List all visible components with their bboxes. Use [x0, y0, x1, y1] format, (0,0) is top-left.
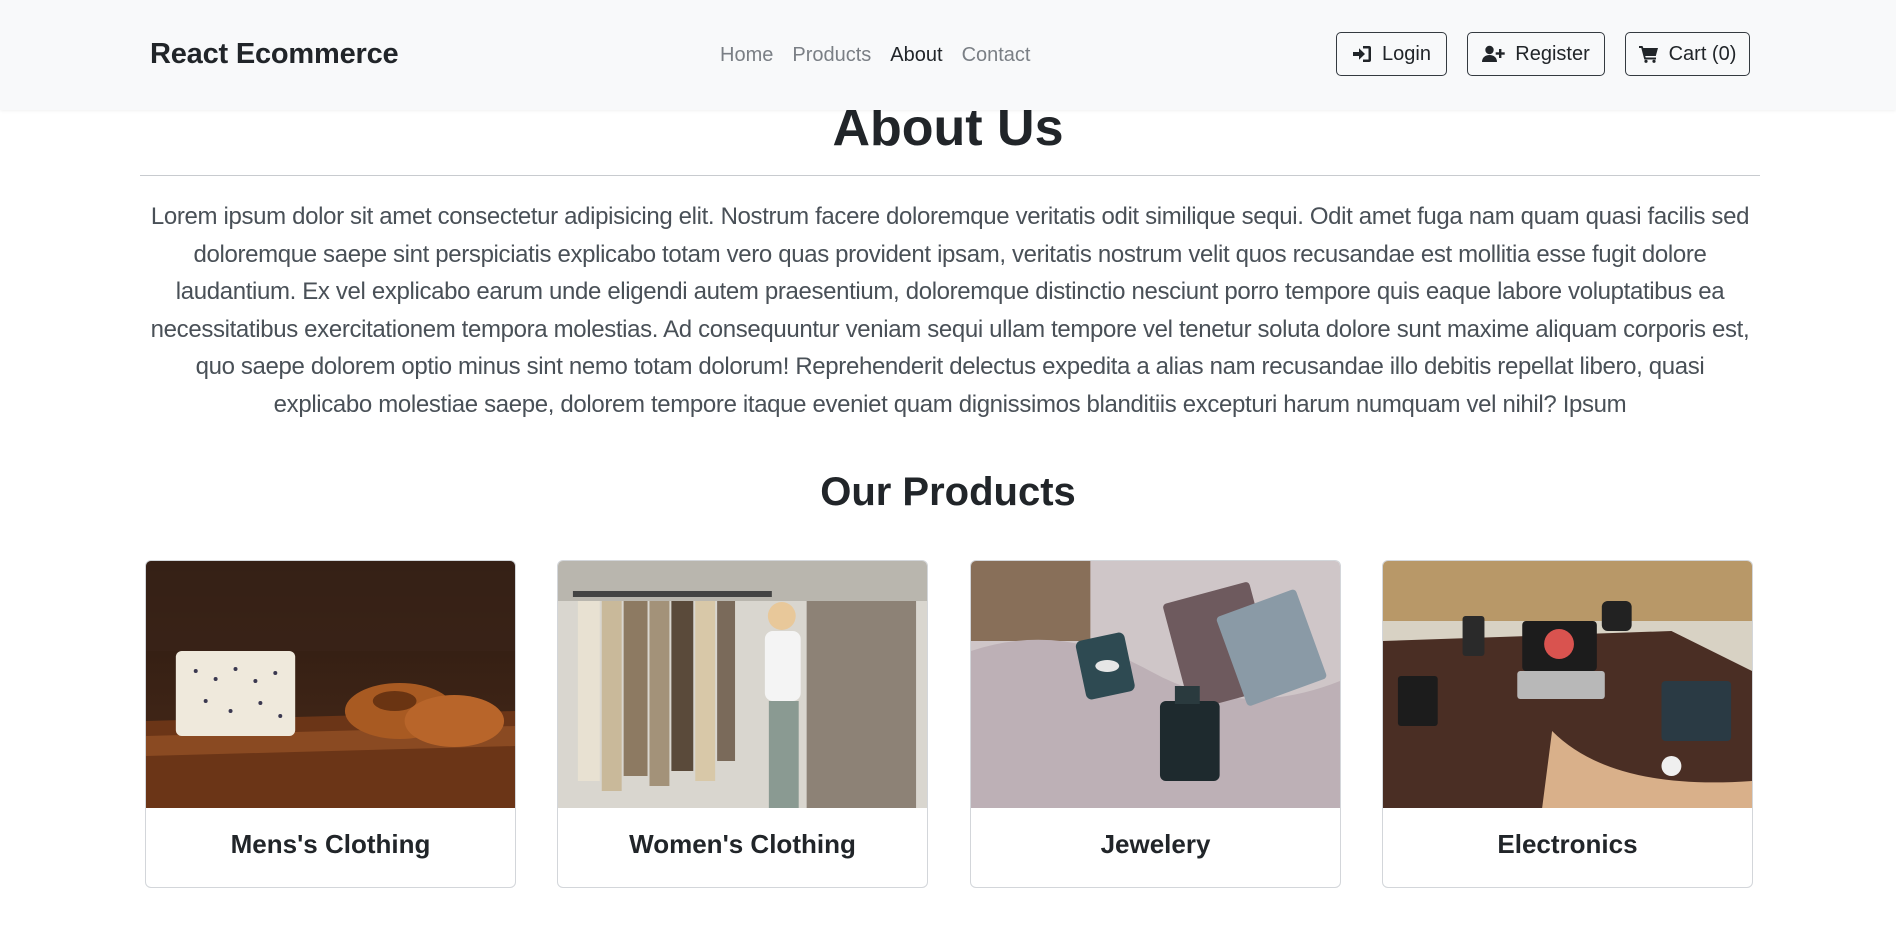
jewelery-image	[971, 561, 1340, 808]
womens-clothing-image	[558, 561, 927, 808]
nav-link-about[interactable]: About	[890, 44, 942, 67]
nav-link-products[interactable]: Products	[792, 44, 871, 67]
shopping-cart-icon	[1638, 45, 1659, 63]
register-button[interactable]: Register	[1467, 32, 1605, 76]
mens-clothing-image	[146, 561, 515, 808]
card-label: Electronics	[1497, 829, 1638, 859]
cart-label: Cart (0)	[1668, 42, 1737, 65]
product-card-womens-clothing[interactable]: Women's Clothing	[557, 560, 928, 888]
product-card-mens-clothing[interactable]: Mens's Clothing	[145, 560, 516, 888]
login-button[interactable]: Login	[1336, 32, 1447, 76]
brand-logo[interactable]: React Ecommerce	[150, 38, 399, 71]
card-label: Mens's Clothing	[230, 829, 431, 859]
register-label: Register	[1515, 42, 1590, 65]
products-title: Our Products	[820, 470, 1076, 514]
navbar: React Ecommerce Home Products About Cont…	[0, 0, 1896, 110]
login-label: Login	[1382, 42, 1431, 65]
card-label: Women's Clothing	[629, 829, 856, 859]
user-plus-icon	[1482, 45, 1505, 63]
sign-in-icon	[1352, 45, 1372, 63]
about-paragraph: Lorem ipsum dolor sit amet consectetur a…	[150, 203, 1750, 418]
product-card-electronics[interactable]: Electronics	[1382, 560, 1753, 888]
nav-link-contact[interactable]: Contact	[962, 44, 1031, 67]
cart-button[interactable]: Cart (0)	[1625, 32, 1750, 76]
nav-links: Home Products About Contact	[720, 44, 1050, 67]
electronics-image	[1383, 561, 1752, 808]
product-card-jewelery[interactable]: Jewelery	[970, 560, 1341, 888]
divider	[140, 175, 1760, 176]
card-label: Jewelery	[1100, 829, 1211, 859]
nav-link-home[interactable]: Home	[720, 44, 773, 67]
